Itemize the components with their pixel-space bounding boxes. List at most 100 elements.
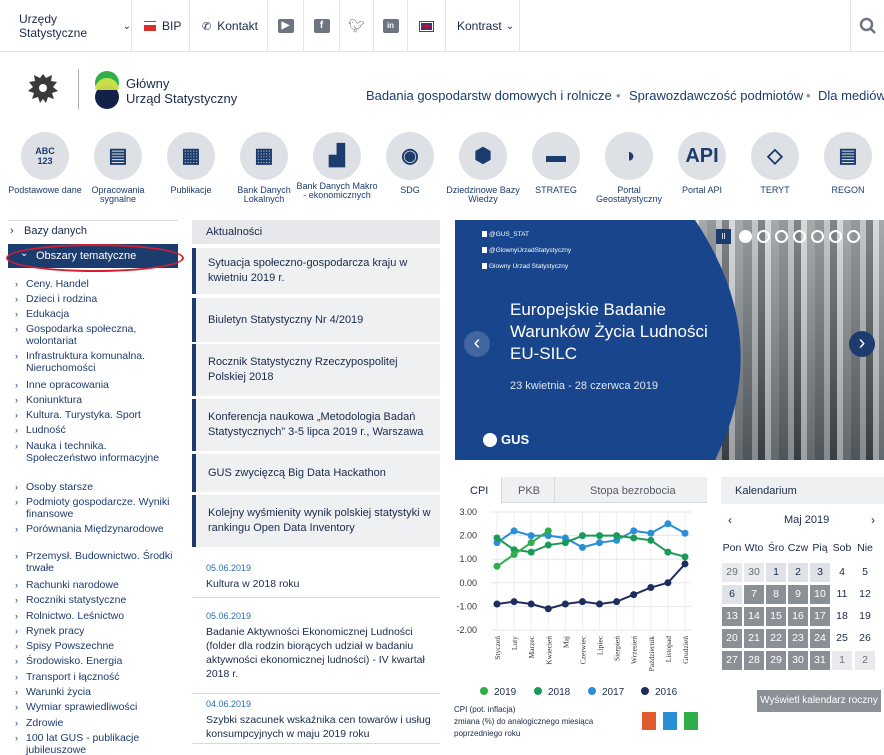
news-item-title[interactable]: Badanie Aktywności Ekonomicznej Ludności… bbox=[206, 625, 434, 681]
slider-dot[interactable] bbox=[811, 230, 824, 243]
quick-link-sdg-wheel[interactable]: ◉ bbox=[386, 132, 434, 180]
news-featured-item[interactable]: Sytuacja społeczno-gospodarcza kraju w k… bbox=[192, 248, 440, 294]
contrast-dropdown[interactable]: Kontrast ⌄ bbox=[446, 0, 520, 52]
calendar-day[interactable]: 29 bbox=[722, 563, 742, 582]
slider-dot[interactable] bbox=[757, 230, 770, 243]
calendar-day[interactable]: 6 bbox=[722, 585, 742, 604]
calendar-day[interactable]: 15 bbox=[766, 607, 786, 626]
sidebar-topic-item[interactable]: › Zdrowie bbox=[15, 717, 178, 729]
sidebar-topic-item[interactable]: › Transport i łączność bbox=[15, 671, 178, 683]
nav-household-surveys[interactable]: Badania gospodarstw domowych i rolnicze bbox=[366, 88, 612, 103]
sidebar-topic-item[interactable]: › Roczniki statystyczne bbox=[15, 594, 178, 606]
hero-banner[interactable]: @GUS_STAT @GlownyUrzadStatystyczny Glown… bbox=[455, 220, 884, 460]
calendar-prev-button[interactable]: ‹ bbox=[728, 513, 732, 527]
sidebar-topic-item[interactable]: › Porównania Międzynarodowe bbox=[15, 523, 178, 535]
calendar-day[interactable]: 2 bbox=[855, 651, 875, 670]
calendar-day[interactable]: 23 bbox=[788, 629, 808, 648]
sidebar-topic-item[interactable]: › Dzieci i rodzina bbox=[15, 293, 178, 305]
calendar-day[interactable]: 20 bbox=[722, 629, 742, 648]
news-item-title[interactable]: Szybki szacunek wskaźnika cen towarów i … bbox=[206, 713, 434, 741]
news-featured-item[interactable]: Biuletyn Statystyczny Nr 4/2019 bbox=[192, 298, 440, 342]
calendar-day[interactable]: 22 bbox=[766, 629, 786, 648]
quick-link-newspaper[interactable]: ▦ bbox=[167, 132, 215, 180]
sidebar-topic-item[interactable]: › Infrastruktura komunalna. Nieruchomości bbox=[15, 350, 178, 374]
calendar-day[interactable]: 11 bbox=[832, 585, 852, 604]
contact-link[interactable]: ✆ Kontakt bbox=[190, 0, 268, 52]
news-featured-item[interactable]: Konferencja naukowa „Metodologia Badań S… bbox=[192, 399, 440, 451]
calendar-day[interactable]: 7 bbox=[744, 585, 764, 604]
regional-offices-dropdown[interactable]: Urzędy Statystyczne ⌄ bbox=[10, 0, 132, 52]
yearly-calendar-button[interactable]: Wyświetl kalendarz roczny bbox=[757, 690, 881, 712]
calendar-day[interactable]: 25 bbox=[832, 629, 852, 648]
calendar-day[interactable]: 29 bbox=[766, 651, 786, 670]
sidebar-topic-item[interactable]: › Środowisko. Energia bbox=[15, 655, 178, 667]
pdf-download-icon[interactable] bbox=[642, 712, 656, 730]
calendar-day[interactable]: 1 bbox=[766, 563, 786, 582]
calendar-day[interactable]: 8 bbox=[766, 585, 786, 604]
slide-next-button[interactable]: › bbox=[849, 331, 875, 357]
sidebar-topic-item[interactable]: › Inne opracowania bbox=[15, 379, 178, 391]
linkedin-link[interactable]: in bbox=[374, 0, 408, 52]
calendar-day[interactable]: 4 bbox=[832, 563, 852, 582]
bip-link[interactable]: BIP bbox=[132, 0, 190, 52]
slider-dot[interactable] bbox=[829, 230, 842, 243]
news-featured-item[interactable]: GUS zwycięzcą Big Data Hackathon bbox=[192, 454, 440, 492]
quick-link-hexagon[interactable]: ⬢ bbox=[459, 132, 507, 180]
calendar-day[interactable]: 30 bbox=[744, 563, 764, 582]
calendar-day[interactable]: 28 bbox=[744, 651, 764, 670]
calendar-day[interactable]: 3 bbox=[810, 563, 830, 582]
slider-dot[interactable] bbox=[739, 230, 752, 243]
calendar-day[interactable]: 30 bbox=[788, 651, 808, 670]
slide-prev-button[interactable]: ‹ bbox=[464, 331, 490, 357]
calendar-next-button[interactable]: › bbox=[871, 513, 875, 527]
csv-download-icon[interactable] bbox=[663, 712, 677, 730]
calendar-day[interactable]: 1 bbox=[832, 651, 852, 670]
sidebar-topic-item[interactable]: › Gospodarka społeczna, wolontariat bbox=[15, 323, 178, 347]
tab-pkb[interactable]: PKB bbox=[503, 477, 555, 503]
english-version-link[interactable] bbox=[408, 0, 446, 52]
sidebar-databases[interactable]: › Bazy danych bbox=[8, 225, 178, 237]
quick-link-globe[interactable]: ◑ bbox=[605, 132, 653, 180]
sidebar-topic-item[interactable]: › Edukacja bbox=[15, 308, 178, 320]
quick-link-document-search[interactable]: ▤ bbox=[824, 132, 872, 180]
facebook-link[interactable]: f bbox=[304, 0, 340, 52]
calendar-day[interactable]: 5 bbox=[855, 563, 875, 582]
xls-download-icon[interactable] bbox=[684, 712, 698, 730]
sidebar-topic-item[interactable]: › Przemysł. Budownictwo. Środki trwałe bbox=[15, 550, 178, 574]
tab-unemployment[interactable]: Stopa bezrobocia bbox=[556, 477, 707, 503]
quick-link-abc-123[interactable]: ABC 123 bbox=[21, 132, 69, 180]
calendar-day[interactable]: 12 bbox=[855, 585, 875, 604]
quick-link-api[interactable]: API bbox=[678, 132, 726, 180]
quick-link-chat[interactable]: ▤ bbox=[94, 132, 142, 180]
calendar-day[interactable]: 2 bbox=[788, 563, 808, 582]
calendar-day[interactable]: 24 bbox=[810, 629, 830, 648]
sidebar-topic-item[interactable]: › Kultura. Turystyka. Sport bbox=[15, 409, 178, 421]
sidebar-topic-item[interactable]: › Rolnictwo. Leśnictwo bbox=[15, 610, 178, 622]
nav-reporting[interactable]: Sprawozdawczość podmiotów bbox=[629, 88, 803, 103]
quick-link-grid[interactable]: ▦ bbox=[240, 132, 288, 180]
sidebar-topic-item[interactable]: › Rachunki narodowe bbox=[15, 579, 178, 591]
sidebar-topic-item[interactable]: › Spisy Powszechne bbox=[15, 640, 178, 652]
quick-link-strateg[interactable]: ▬ bbox=[532, 132, 580, 180]
slider-dot[interactable] bbox=[847, 230, 860, 243]
sidebar-topic-item[interactable]: › Wymiar sprawiedliwości bbox=[15, 701, 178, 713]
quick-link-blocks[interactable]: ▟ bbox=[313, 132, 361, 180]
sidebar-topic-item[interactable]: › Rynek pracy bbox=[15, 625, 178, 637]
sidebar-topic-item[interactable]: › Ceny. Handel bbox=[15, 278, 178, 290]
sidebar-topic-item[interactable]: › Podmioty gospodarcze. Wyniki finansowe bbox=[15, 496, 178, 520]
calendar-day[interactable]: 14 bbox=[744, 607, 764, 626]
calendar-day[interactable]: 9 bbox=[788, 585, 808, 604]
twitter-link[interactable]: 🐦︎ bbox=[340, 0, 374, 52]
calendar-day[interactable]: 26 bbox=[855, 629, 875, 648]
calendar-day[interactable]: 10 bbox=[810, 585, 830, 604]
nav-media[interactable]: Dla mediów bbox=[818, 88, 884, 103]
calendar-day[interactable]: 13 bbox=[722, 607, 742, 626]
news-featured-item[interactable]: Rocznik Statystyczny Rzeczypospolitej Po… bbox=[192, 344, 440, 396]
slider-pause-button[interactable]: II bbox=[716, 229, 731, 244]
slider-dot[interactable] bbox=[793, 230, 806, 243]
calendar-day[interactable]: 18 bbox=[832, 607, 852, 626]
news-featured-item[interactable]: Kolejny wyśmienity wynik polskiej statys… bbox=[192, 495, 440, 547]
calendar-day[interactable]: 17 bbox=[810, 607, 830, 626]
sidebar-topic-item[interactable]: › Nauka i technika. Społeczeństwo informa… bbox=[15, 440, 178, 464]
calendar-day[interactable]: 31 bbox=[810, 651, 830, 670]
